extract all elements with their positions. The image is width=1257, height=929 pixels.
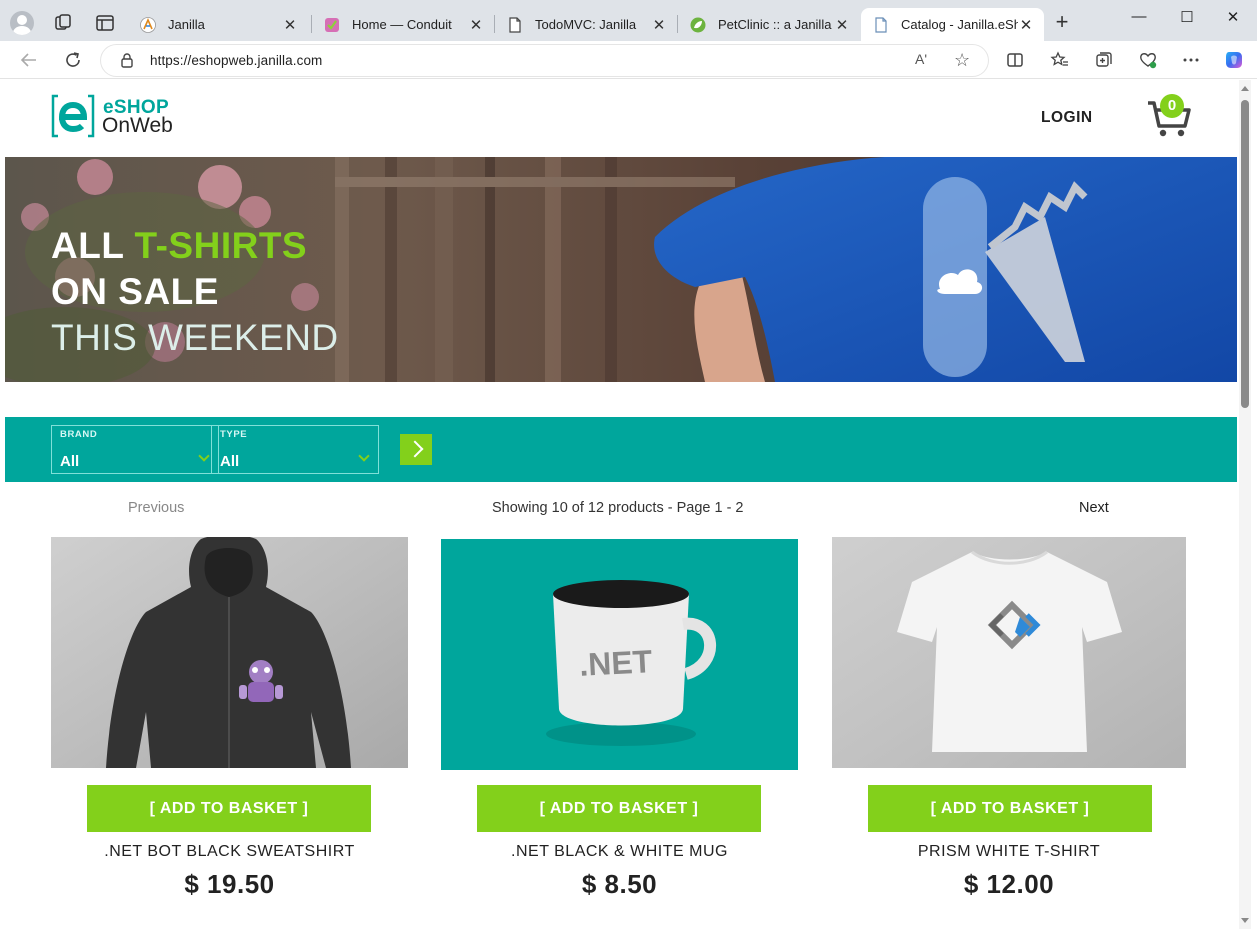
add-to-basket-button[interactable]: [ ADD TO BASKET ] (868, 785, 1152, 832)
hero-headline-line3: THIS WEEKEND (51, 317, 339, 358)
product-image-sweatshirt[interactable] (51, 537, 408, 768)
product-image-tshirt[interactable] (832, 537, 1186, 768)
hero-headline-line1: ALL T-SHIRTS (51, 225, 307, 267)
pager: Previous Showing 10 of 12 products - Pag… (5, 500, 1237, 520)
vertical-scrollbar[interactable] (1239, 80, 1251, 929)
tab-close-icon[interactable]: ✕ (282, 16, 298, 34)
type-filter-select[interactable]: TYPE All (211, 425, 379, 474)
lock-icon[interactable] (120, 53, 134, 68)
product-price: $ 19.50 (184, 869, 275, 899)
tab-close-icon[interactable]: ✕ (651, 16, 667, 34)
document-favicon-icon (875, 16, 887, 33)
type-filter-value[interactable]: All (220, 453, 239, 470)
tab-conduit[interactable]: Home — Conduit ✕ (312, 8, 494, 41)
product-price: $ 8.50 (581, 869, 658, 899)
close-window-button[interactable]: ✕ (1221, 8, 1245, 28)
product-name: .NET BLACK & WHITE MUG (511, 843, 728, 860)
hero-text-tshirts: T-SHIRTS (134, 225, 308, 266)
tab-title: PetClinic :: a Janilla dem (718, 17, 834, 32)
favorites-icon[interactable] (1050, 50, 1070, 70)
spring-leaf-favicon-icon (690, 17, 706, 32)
collections-icon[interactable] (1094, 50, 1114, 70)
tab-title: Janilla (168, 17, 205, 32)
product-card: [ ADD TO BASKET ] PRISM WHITE T-SHIRT $ … (832, 537, 1186, 927)
back-arrow-icon[interactable] (19, 50, 39, 70)
tab-title: TodoMVC: Janilla (535, 17, 637, 32)
janilla-favicon-icon (140, 16, 156, 33)
tab-close-icon[interactable]: ✕ (468, 16, 484, 34)
logo-text-onweb: OnWeb (102, 114, 173, 137)
scroll-down-arrow-icon[interactable] (1241, 918, 1249, 923)
tab-title: Catalog - Janilla.eShop (901, 17, 1018, 32)
conduit-favicon-icon (325, 17, 339, 32)
add-to-basket-button[interactable]: [ ADD TO BASKET ] (87, 785, 371, 832)
browser-toolbar: https://eshopweb.janilla.com Aʹ ☆ (0, 41, 1257, 79)
read-aloud-icon[interactable]: Aʹ (915, 51, 927, 67)
more-options-icon[interactable] (1181, 50, 1201, 70)
product-name: .NET BOT BLACK SWEATSHIRT (104, 843, 355, 860)
minimize-button[interactable]: — (1127, 8, 1151, 28)
hero-headline-line2: ON SALE (51, 271, 219, 312)
product-name: PRISM WHITE T-SHIRT (917, 843, 1101, 860)
browser-tab-strip: Janilla ✕ Home — Conduit ✕ TodoMVC: Jani… (0, 0, 1257, 41)
tab-close-icon[interactable]: ✕ (1018, 16, 1034, 34)
tab-todomvc[interactable]: TodoMVC: Janilla ✕ (495, 8, 677, 41)
hero-text-all: ALL (51, 225, 135, 266)
filter-bar: BRAND All TYPE All (5, 417, 1237, 482)
eshop-logo[interactable]: eSHOP OnWeb (51, 94, 191, 140)
profile-avatar-icon[interactable] (10, 11, 34, 35)
page-viewport: eSHOP OnWeb LOGIN 0 ALL T-SHIRTS ON SALE… (5, 80, 1237, 929)
mug-print-text: .NET (578, 643, 653, 683)
brand-filter-label: BRAND (60, 429, 98, 440)
tab-petclinic[interactable]: PetClinic :: a Janilla dem ✕ (678, 8, 860, 41)
brand-filter-value[interactable]: All (60, 453, 79, 470)
login-link[interactable]: LOGIN (1041, 109, 1093, 127)
split-screen-icon[interactable] (1005, 50, 1025, 70)
brand-filter-select[interactable]: BRAND All (51, 425, 219, 474)
address-bar[interactable]: https://eshopweb.janilla.com Aʹ ☆ (101, 45, 988, 76)
tab-catalog-active[interactable]: Catalog - Janilla.eShop ✕ (861, 8, 1044, 41)
next-page-link[interactable]: Next (1079, 500, 1109, 516)
url-text[interactable]: https://eshopweb.janilla.com (150, 53, 322, 68)
scrollbar-thumb[interactable] (1241, 100, 1249, 408)
document-favicon-icon (509, 16, 521, 33)
favorite-star-icon[interactable]: ☆ (954, 50, 970, 71)
tab-janilla[interactable]: Janilla ✕ (128, 8, 308, 41)
new-tab-button[interactable]: + (1051, 11, 1073, 34)
product-card: [ ADD TO BASKET ] .NET BOT BLACK SWEATSH… (51, 537, 408, 927)
maximize-button[interactable]: ☐ (1175, 8, 1199, 28)
chevron-down-icon[interactable] (358, 450, 370, 462)
hero-banner[interactable]: ALL T-SHIRTS ON SALE THIS WEEKEND (5, 157, 1237, 382)
refresh-icon[interactable] (63, 50, 83, 70)
browser-essentials-icon[interactable] (1138, 50, 1158, 70)
cart-count-badge[interactable]: 0 (1160, 94, 1184, 118)
product-price: $ 12.00 (963, 869, 1055, 899)
product-card: .NET [ ADD TO BASKET ] .NET BLACK & WHIT… (441, 539, 798, 929)
workspaces-icon[interactable] (53, 13, 73, 33)
type-filter-label: TYPE (220, 429, 248, 440)
apply-filter-button[interactable] (400, 434, 432, 465)
tab-title: Home — Conduit (352, 17, 452, 32)
chevron-down-icon[interactable] (198, 450, 210, 462)
scroll-up-arrow-icon[interactable] (1241, 86, 1249, 91)
copilot-icon[interactable] (1223, 49, 1245, 71)
previous-page-link[interactable]: Previous (128, 500, 184, 516)
tab-actions-icon[interactable] (95, 13, 115, 33)
tab-close-icon[interactable]: ✕ (834, 16, 850, 34)
pager-info: Showing 10 of 12 products - Page 1 - 2 (492, 500, 744, 516)
add-to-basket-button[interactable]: [ ADD TO BASKET ] (477, 785, 761, 832)
eshop-logo-mark-icon (51, 94, 95, 138)
product-image-mug[interactable]: .NET (441, 539, 798, 770)
